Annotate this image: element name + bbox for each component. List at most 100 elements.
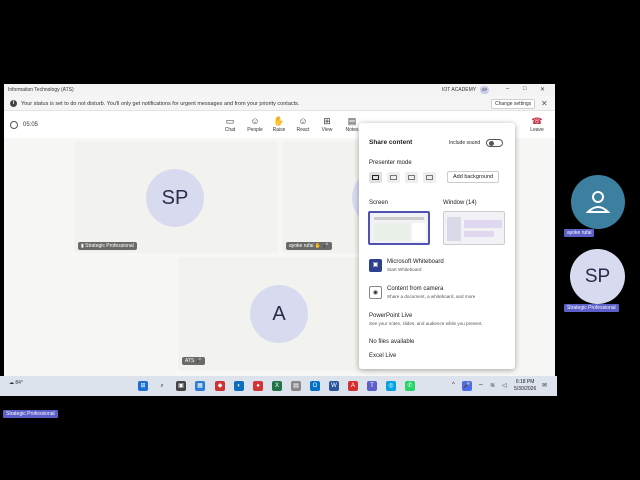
powerpoint-live-subtitle: See your notes, slides, and audience whi… <box>369 321 483 326</box>
participant-name: ATS <box>185 358 195 364</box>
view-button[interactable]: ⊞ View <box>316 116 338 133</box>
reporter-mode-button[interactable] <box>423 172 436 183</box>
standout-mode-button[interactable] <box>387 172 400 183</box>
info-icon: i <box>10 100 17 107</box>
window-title: Information Technology (ATS) <box>8 87 74 93</box>
raise-hand-icon: ✋ <box>273 116 285 126</box>
chat-icon: ▭ <box>225 116 235 126</box>
content-only-mode-button[interactable] <box>369 172 382 183</box>
whiteboard-icon[interactable]: ▣ <box>369 259 382 272</box>
chevron-up-icon[interactable]: ^ <box>452 382 455 388</box>
participant-name-tag: ▮ Strategic Professional <box>78 242 137 250</box>
side-by-side-mode-button[interactable] <box>405 172 418 183</box>
meeting-timer: 05:05 <box>23 122 39 128</box>
app-icon[interactable]: ● <box>253 381 263 391</box>
network-icon[interactable]: ⌔ <box>478 382 484 390</box>
avatar: SP <box>146 169 204 227</box>
whatsapp-icon[interactable]: ✆ <box>405 381 415 391</box>
leave-button[interactable]: ☎ Leave <box>526 116 548 133</box>
avatar: A <box>250 285 308 343</box>
include-sound-label: Include sound <box>449 140 481 146</box>
whiteboard-subtitle: Start Whiteboard <box>387 267 422 272</box>
volume-icon[interactable]: ◁ <box>502 382 507 389</box>
raise-button[interactable]: ✋ Raise <box>268 116 290 133</box>
add-background-button[interactable]: Add background <box>447 171 500 183</box>
include-sound-toggle[interactable] <box>486 139 503 147</box>
reporter-icon <box>426 175 433 180</box>
people-icon: ☺ <box>250 116 260 126</box>
system-clock[interactable]: 6:18 PM 5/30/2026 <box>514 379 536 393</box>
excel-live-heading: Excel Live <box>369 353 397 359</box>
acrobat-icon[interactable]: A <box>348 381 358 391</box>
widgets-icon[interactable]: ▦ <box>195 381 205 391</box>
dnd-banner: i Your status is set to do not disturb. … <box>4 96 555 111</box>
temperature: 84° <box>15 380 23 386</box>
outlook-icon[interactable]: O <box>310 381 320 391</box>
powerpoint-live-heading: PowerPoint Live <box>369 313 413 319</box>
app-icon[interactable]: ◎ <box>386 381 396 391</box>
participant-name: ayoke rufai <box>289 243 314 249</box>
thumbnail-block <box>464 231 494 237</box>
whiteboard-title[interactable]: Microsoft Whiteboard <box>387 259 444 265</box>
edge-icon[interactable]: ◐ <box>234 381 244 391</box>
avatar <box>571 175 625 229</box>
dnd-message: Your status is set to do not disturb. Yo… <box>21 101 300 107</box>
clock-date: 5/30/2026 <box>514 386 537 392</box>
react-button[interactable]: ☺ React <box>292 116 314 133</box>
minimize-icon[interactable]: – <box>506 86 509 92</box>
react-label: React <box>296 127 310 133</box>
maximize-icon[interactable]: □ <box>523 86 527 92</box>
react-icon: ☺ <box>298 116 308 126</box>
participant-tile[interactable]: SP ▮ Strategic Professional <box>74 141 278 253</box>
standout-icon <box>390 175 397 180</box>
phone-hangup-icon: ☎ <box>531 116 543 126</box>
clock-time: 6:18 PM <box>515 379 535 385</box>
people-button[interactable]: ☺ People <box>244 116 266 133</box>
leave-label: Leave <box>530 127 544 133</box>
participant-name-tag: ayoke rufai ✋ 🎤 <box>286 242 332 250</box>
weather-widget[interactable]: ☁ 84° <box>9 380 23 386</box>
participant-label: Strategic Professional <box>3 410 58 418</box>
word-icon[interactable]: W <box>329 381 339 391</box>
notes-label: Notes <box>345 127 359 133</box>
start-icon[interactable]: ⊞ <box>138 381 148 391</box>
window-share-thumbnail[interactable] <box>443 211 505 245</box>
search-icon[interactable]: ⌕ <box>157 381 167 391</box>
teams-icon[interactable]: T <box>367 381 377 391</box>
change-settings-button[interactable]: Change settings <box>491 99 536 109</box>
task-view-icon[interactable]: ▣ <box>176 381 186 391</box>
shield-icon <box>10 121 18 129</box>
wifi-icon[interactable]: ≋ <box>490 382 495 389</box>
close-window-icon[interactable]: ✕ <box>540 86 545 93</box>
window-heading: Window (14) <box>443 200 477 206</box>
excel-icon[interactable]: X <box>272 381 282 391</box>
thumbnail-content <box>374 223 410 241</box>
chat-button[interactable]: ▭ Chat <box>219 116 241 133</box>
screen-share-thumbnail[interactable] <box>368 211 430 245</box>
participant-name-tag: ATS 🎤 <box>182 357 205 365</box>
presenter-mode-heading: Presenter mode <box>369 160 412 166</box>
close-banner-icon[interactable]: ✕ <box>541 99 548 108</box>
microphone-icon[interactable]: 🎤 <box>462 381 472 391</box>
title-bar: Information Technology (ATS) IOT ACADEMY… <box>4 84 555 96</box>
content-from-camera-subtitle: Share a document, a whiteboard, and more <box>387 294 476 299</box>
participant-name: Strategic Professional <box>85 243 134 249</box>
view-icon: ⊞ <box>323 116 331 126</box>
content-from-camera-title[interactable]: Content from camera <box>387 286 443 292</box>
file-explorer-icon[interactable]: ▤ <box>291 381 301 391</box>
screen-heading: Screen <box>369 200 389 206</box>
toggle-knob <box>489 141 494 146</box>
side-by-side-icon <box>408 175 415 180</box>
thumbnail-bar <box>374 217 424 220</box>
participant-tile[interactable]: A ATS 🎤 <box>178 257 382 371</box>
thumbnail-block <box>464 220 502 228</box>
app-icon[interactable]: ◆ <box>215 381 225 391</box>
thumbnail-sidebar <box>447 217 461 241</box>
chat-label: Chat <box>224 127 236 133</box>
share-content-panel: Share content Include sound Presenter mo… <box>359 123 515 369</box>
camera-icon[interactable]: ◉ <box>369 286 382 299</box>
notification-icon[interactable]: ✉ <box>542 382 547 389</box>
no-files-text: No files available <box>369 339 415 345</box>
profile-avatar[interactable]: SP <box>480 86 489 94</box>
participant-label: Strategic Professional <box>564 304 619 312</box>
